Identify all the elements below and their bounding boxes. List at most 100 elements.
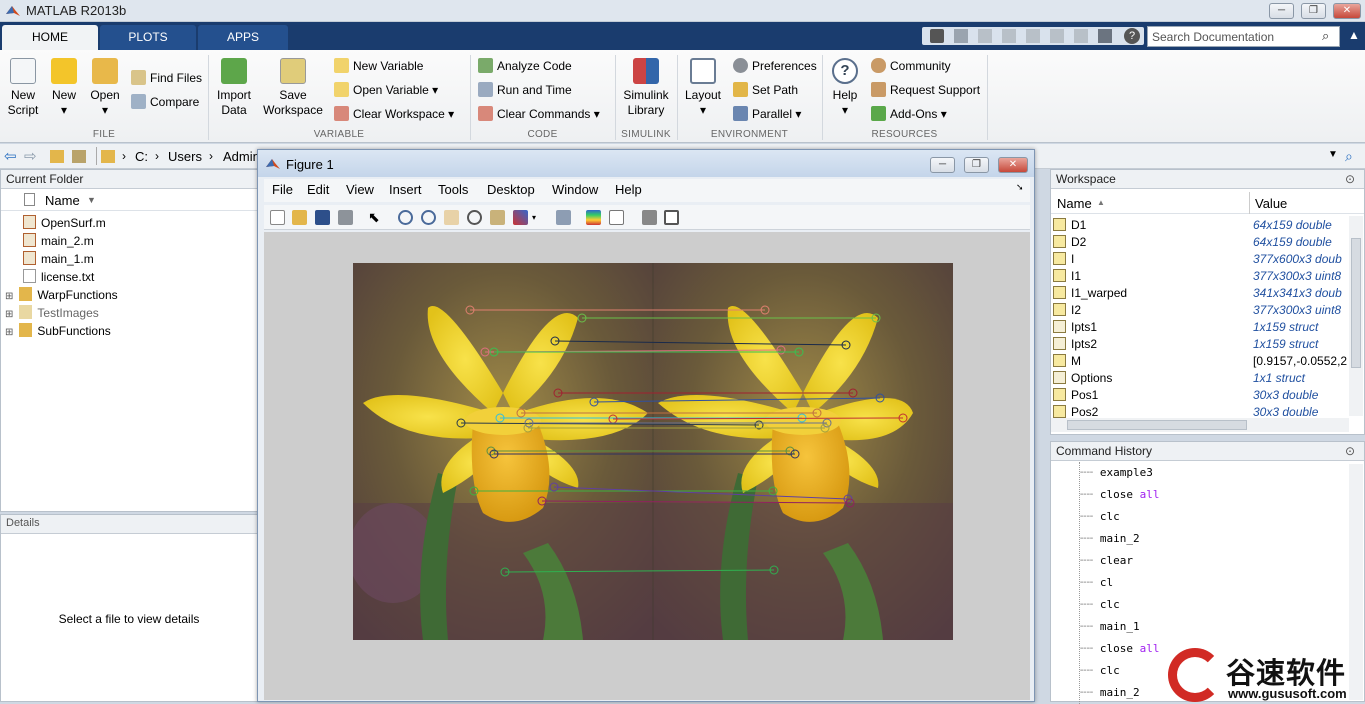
back-arrow-icon[interactable]: ⇦ [4, 147, 17, 165]
new-variable-button[interactable]: New Variable [334, 58, 423, 74]
history-command[interactable]: ╌╌ main_2 [1080, 528, 1339, 550]
add-ons-button[interactable]: Add-Ons ▾ [871, 106, 947, 122]
breadcrumb-drive[interactable]: C: [135, 149, 148, 164]
help-icon[interactable]: ? [1124, 28, 1140, 44]
cut-icon[interactable] [978, 29, 992, 43]
legend-icon[interactable] [609, 210, 624, 225]
history-command[interactable]: ╌╌ close all [1080, 484, 1339, 506]
workspace-row[interactable]: Options 1x1 struct [1051, 369, 1349, 386]
file-item-main1[interactable]: main_1.m [1, 250, 257, 268]
new-figure-icon[interactable] [270, 210, 285, 225]
scroll-thumb[interactable] [1351, 238, 1361, 368]
data-cursor-icon[interactable] [490, 210, 505, 225]
history-command[interactable]: ╌╌ clear [1080, 550, 1339, 572]
request-support-button[interactable]: Request Support [871, 82, 980, 98]
expand-plus-icon[interactable]: ⊞ [5, 309, 13, 320]
shortcut-icon[interactable] [930, 29, 944, 43]
analyze-code-button[interactable]: Analyze Code [478, 58, 572, 74]
tab-apps[interactable]: APPS [198, 25, 288, 50]
history-command[interactable]: ╌╌ example3 [1080, 462, 1339, 484]
workspace-row[interactable]: D2 64x159 double [1051, 233, 1349, 250]
parallel-button[interactable]: Parallel ▾ [733, 106, 801, 122]
minimize-button[interactable]: ─ [1269, 3, 1294, 19]
workspace-row[interactable]: I2 377x300x3 uint8 [1051, 301, 1349, 318]
folder-item-subfunctions[interactable]: ⊞ SubFunctions [1, 322, 257, 340]
workspace-row[interactable]: M [0.9157,-0.0552,2 [1051, 352, 1349, 369]
set-path-button[interactable]: Set Path [733, 82, 798, 98]
menu-edit[interactable]: Edit [307, 182, 329, 197]
maximize-button[interactable]: ❐ [1301, 3, 1326, 19]
figure-maximize-button[interactable]: ❐ [964, 157, 989, 173]
menu-file[interactable]: File [272, 182, 293, 197]
forward-arrow-icon[interactable]: ⇨ [24, 147, 37, 165]
history-command[interactable]: ╌╌ clc [1080, 506, 1339, 528]
search-folder-icon[interactable]: ⌕ [1345, 148, 1353, 165]
open-button[interactable]: Open ▾ [86, 58, 124, 118]
workspace-row[interactable]: Pos1 30x3 double [1051, 386, 1349, 403]
up-folder-icon[interactable] [50, 150, 64, 163]
save-icon[interactable] [315, 210, 330, 225]
address-dropdown-icon[interactable]: ▼ [1328, 149, 1338, 160]
undo-icon[interactable] [1050, 29, 1064, 43]
compare-button[interactable]: Compare [131, 94, 199, 110]
tab-plots[interactable]: PLOTS [100, 25, 196, 50]
expand-plus-icon[interactable]: ⊞ [5, 291, 13, 302]
figure-minimize-button[interactable]: ─ [930, 157, 955, 173]
ws-vertical-scrollbar[interactable] [1349, 216, 1363, 416]
daffodil-matches-image[interactable] [353, 263, 953, 640]
print-icon[interactable] [338, 210, 353, 225]
breadcrumb-users[interactable]: Users [168, 149, 202, 164]
scroll-thumb[interactable] [1067, 420, 1247, 430]
menu-help[interactable]: Help [615, 182, 642, 197]
workspace-row[interactable]: Ipts1 1x159 struct [1051, 318, 1349, 335]
paste-icon[interactable] [1026, 29, 1040, 43]
import-data-button[interactable]: Import Data [213, 58, 255, 118]
save-workspace-button[interactable]: Save Workspace [262, 58, 324, 118]
browse-folder-icon[interactable] [72, 150, 86, 163]
figure-close-button[interactable]: ✕ [998, 157, 1028, 173]
help-button[interactable]: ? Help ▾ [827, 58, 863, 118]
dock-arrow-icon[interactable]: ➘ [1016, 182, 1024, 193]
ws-value-header[interactable]: Value [1255, 196, 1287, 211]
history-command[interactable]: ╌╌ clc [1080, 594, 1339, 616]
workspace-row[interactable]: D1 64x159 double [1051, 216, 1349, 233]
file-item-main2[interactable]: main_2.m [1, 232, 257, 250]
open-file-icon[interactable] [292, 210, 307, 225]
link-plot-icon[interactable] [556, 210, 571, 225]
run-and-time-button[interactable]: Run and Time [478, 82, 572, 98]
history-command[interactable]: ╌╌ main_1 [1080, 616, 1339, 638]
menu-insert[interactable]: Insert [389, 182, 422, 197]
colorbar-icon[interactable] [586, 210, 601, 225]
menu-tools[interactable]: Tools [438, 182, 468, 197]
close-button[interactable]: ✕ [1333, 3, 1361, 19]
collapse-toolstrip-icon[interactable]: ▲ [1348, 28, 1360, 42]
ws-name-header[interactable]: Name [1057, 196, 1092, 211]
copy-icon[interactable] [1002, 29, 1016, 43]
layout-button[interactable]: Layout ▾ [682, 58, 724, 118]
folder-table-header[interactable]: Name ▼ [1, 190, 257, 211]
brush-icon[interactable] [513, 210, 528, 225]
menu-view[interactable]: View [346, 182, 374, 197]
tab-home[interactable]: HOME [2, 25, 98, 50]
history-command[interactable]: ╌╌ cl [1080, 572, 1339, 594]
preferences-button[interactable]: Preferences [733, 58, 817, 74]
zoom-out-icon[interactable] [421, 210, 436, 225]
workspace-row[interactable]: I1 377x300x3 uint8 [1051, 267, 1349, 284]
simulink-library-button[interactable]: Simulink Library [620, 58, 672, 118]
zoom-in-icon[interactable] [398, 210, 413, 225]
history-scrollbar[interactable] [1349, 464, 1363, 700]
workspace-row[interactable]: I 377x600x3 doub [1051, 250, 1349, 267]
folder-item-testimages[interactable]: ⊞ TestImages [1, 304, 257, 322]
show-plot-tools-icon[interactable] [664, 210, 679, 225]
switch-windows-icon[interactable] [1098, 29, 1112, 43]
brush-dropdown-icon[interactable]: ▾ [532, 210, 547, 225]
expand-plus-icon[interactable]: ⊞ [5, 327, 13, 338]
folder-item-warpfunctions[interactable]: ⊞ WarpFunctions [1, 286, 257, 304]
redo-icon[interactable] [1074, 29, 1088, 43]
clear-workspace-button[interactable]: Clear Workspace ▾ [334, 106, 454, 122]
new-button[interactable]: New ▾ [46, 58, 82, 118]
edit-plot-arrow-icon[interactable]: ⬉ [368, 210, 383, 225]
find-files-button[interactable]: Find Files [131, 70, 202, 86]
name-column-header[interactable]: Name [45, 193, 80, 208]
ws-horizontal-scrollbar[interactable] [1051, 418, 1349, 432]
